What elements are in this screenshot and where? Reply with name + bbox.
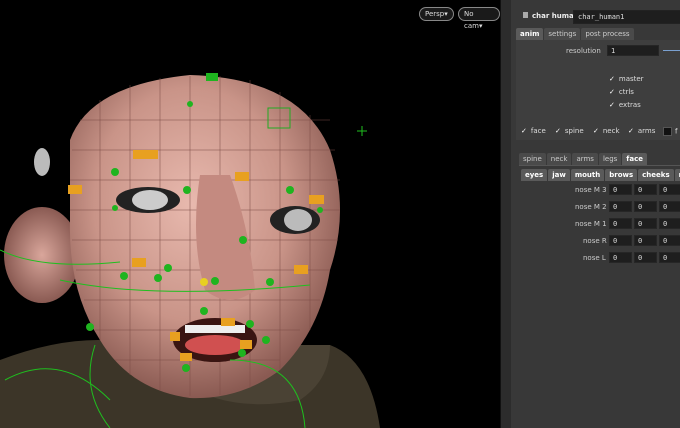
nose-m3-y[interactable]: 0: [634, 184, 657, 195]
nose-m3-label: nose M 3: [575, 186, 607, 194]
nose-m1-z[interactable]: 0: [659, 218, 680, 229]
nose-m2-y[interactable]: 0: [634, 201, 657, 212]
checkmark-icon: ✓: [593, 127, 599, 135]
nose-m2-z[interactable]: 0: [659, 201, 680, 212]
tab-face[interactable]: face: [622, 153, 647, 165]
nose-r-label: nose R: [583, 237, 607, 245]
check-ctrls[interactable]: ✓ ctrls: [609, 88, 634, 96]
resolution-slider[interactable]: [663, 50, 680, 51]
nose-l-z[interactable]: 0: [659, 252, 680, 263]
camera-menu-button[interactable]: No cam▾: [458, 7, 500, 30]
tab-neck[interactable]: neck: [546, 153, 572, 165]
nose-r-y[interactable]: 0: [634, 235, 657, 246]
perspective-menu-button[interactable]: Persp▾: [419, 7, 454, 21]
nose-m1-y[interactable]: 0: [634, 218, 657, 229]
check-f[interactable]: f: [663, 127, 677, 136]
nose-l-label: nose L: [583, 254, 606, 262]
nose-m3-z[interactable]: 0: [659, 184, 680, 195]
nose-m1-label: nose M 1: [575, 220, 607, 228]
parameter-panel: char human char_human1 anim settings pos…: [511, 0, 680, 428]
tab-jaw[interactable]: jaw: [548, 169, 570, 181]
checkmark-icon: ✓: [609, 75, 615, 83]
tab-spine[interactable]: spine: [519, 153, 546, 165]
check-face[interactable]: ✓ face: [521, 127, 546, 135]
resolution-field[interactable]: 1: [607, 45, 659, 56]
3d-viewport[interactable]: Persp▾ No cam▾: [0, 0, 500, 428]
tab-post-process[interactable]: post process: [581, 28, 634, 40]
checkmark-icon: ✓: [521, 127, 527, 135]
tab-brows[interactable]: brows: [605, 169, 638, 181]
checkmark-icon: ✓: [609, 88, 615, 96]
tab-cheeks[interactable]: cheeks: [638, 169, 674, 181]
check-spine[interactable]: ✓ spine: [555, 127, 584, 135]
nose-r-z[interactable]: 0: [659, 235, 680, 246]
tab-arms[interactable]: arms: [572, 153, 598, 165]
node-name-field[interactable]: char_human1: [573, 10, 680, 24]
check-extras[interactable]: ✓ extras: [609, 101, 641, 109]
resolution-label: resolution: [566, 47, 601, 55]
nose-m2-x[interactable]: 0: [609, 201, 632, 212]
checkmark-icon: ✓: [609, 101, 615, 109]
tab-eyes[interactable]: eyes: [521, 169, 548, 181]
tab-nose[interactable]: no: [674, 169, 680, 181]
check-master[interactable]: ✓ master: [609, 75, 644, 83]
ear: [4, 207, 80, 303]
checkbox-icon: [663, 127, 672, 136]
node-type-label: char human: [532, 12, 579, 20]
check-arms[interactable]: ✓ arms: [628, 127, 655, 135]
check-neck[interactable]: ✓ neck: [593, 127, 620, 135]
character-head-render: [0, 73, 380, 428]
nose-l-x[interactable]: 0: [609, 252, 632, 263]
nose-m2-label: nose M 2: [575, 203, 607, 211]
tab-mouth[interactable]: mouth: [570, 169, 605, 181]
tab-legs[interactable]: legs: [598, 153, 622, 165]
tab-settings[interactable]: settings: [544, 28, 581, 40]
nose-m3-x[interactable]: 0: [609, 184, 632, 195]
nose-r-x[interactable]: 0: [609, 235, 632, 246]
nose-m1-x[interactable]: 0: [609, 218, 632, 229]
nose-l-y[interactable]: 0: [634, 252, 657, 263]
checkmark-icon: ✓: [555, 127, 561, 135]
node-type-icon: [523, 12, 528, 18]
tab-anim[interactable]: anim: [516, 28, 544, 40]
checkmark-icon: ✓: [628, 127, 634, 135]
